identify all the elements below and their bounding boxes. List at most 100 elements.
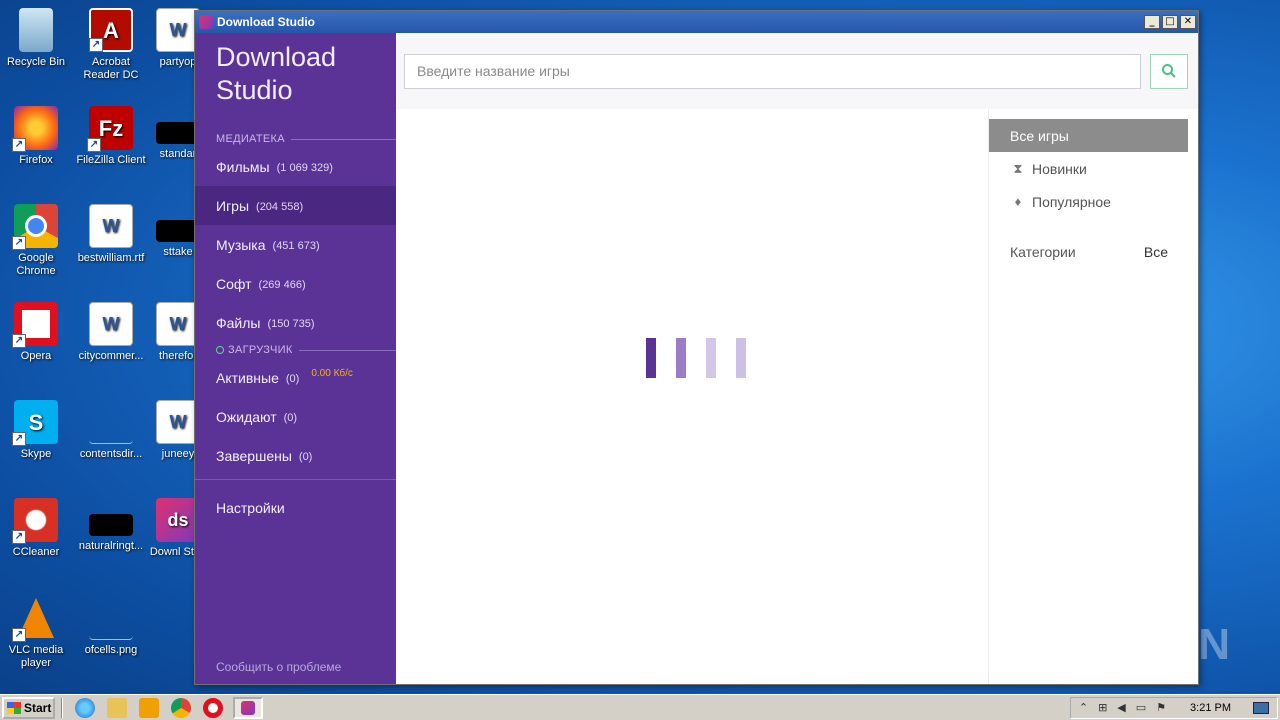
opera-icon[interactable] xyxy=(203,697,223,718)
shortcut-arrow-icon: ↗ xyxy=(87,138,101,152)
loading-bar xyxy=(706,338,716,378)
sidebar-item-label: Активные xyxy=(216,369,279,386)
desktop-icon-label: contentsdir... xyxy=(79,448,143,460)
download-speed: 0.00 Кб/с xyxy=(311,368,353,379)
sidebar: Download Studio МЕДИАТЕКА Фильмы (1 069 … xyxy=(195,33,396,684)
window-controls: _ □ ✕ xyxy=(1144,15,1198,29)
sidebar-item-music[interactable]: Музыка (451 673) xyxy=(195,225,396,264)
sidebar-item-waiting[interactable]: Ожидают (0) xyxy=(195,397,396,436)
file-icon xyxy=(89,514,133,536)
display-icon[interactable]: ▭ xyxy=(1136,701,1146,714)
shortcut-arrow-icon: ↗ xyxy=(12,530,26,544)
desktop-icon-naturalringt[interactable]: naturalringt... xyxy=(75,498,147,553)
search-icon xyxy=(1162,64,1176,78)
filter-all-games[interactable]: Все игры xyxy=(989,119,1188,152)
sidebar-item-active-downloads[interactable]: Активные (0) 0.00 Кб/с xyxy=(195,358,396,397)
sidebar-item-files[interactable]: Файлы (150 735) xyxy=(195,303,396,342)
sidebar-item-label: Софт xyxy=(216,275,252,292)
desktop-icon-acrobat[interactable]: A ↗ Acrobat Reader DC xyxy=(75,8,147,82)
desktop-icon-filezilla[interactable]: Fz ↗ FileZilla Client xyxy=(75,106,147,167)
loading-bar xyxy=(676,338,686,378)
loader-header-label: ЗАГРУЗЧИК xyxy=(228,344,293,356)
categories-value[interactable]: Все xyxy=(1144,244,1168,260)
brand-line-1: Download xyxy=(216,42,337,72)
window-titlebar[interactable]: Download Studio _ □ ✕ xyxy=(195,11,1198,33)
volume-icon[interactable]: ◀ xyxy=(1117,701,1125,714)
sidebar-item-count: (0) xyxy=(298,450,313,463)
sidebar-item-label: Фильмы xyxy=(216,158,270,175)
show-desktop-icon[interactable] xyxy=(1253,701,1269,714)
sidebar-item-settings[interactable]: Настройки xyxy=(195,488,396,527)
network-icon[interactable]: ⊞ xyxy=(1098,701,1107,714)
desktop-icon-ofcells[interactable]: ofcells.png xyxy=(75,596,147,657)
internet-explorer-icon[interactable] xyxy=(75,697,95,718)
firefox-icon: ↗ xyxy=(12,106,58,152)
categories-label: Категории xyxy=(1010,244,1076,260)
chrome-icon: ↗ xyxy=(12,204,58,250)
word-doc-icon: W xyxy=(89,204,133,248)
filter-label: Популярное xyxy=(1032,193,1111,210)
sidebar-item-count: (0) xyxy=(285,372,300,385)
desktop-icon-bestwilliam[interactable]: W bestwilliam.rtf xyxy=(75,204,147,265)
media-player-icon[interactable] xyxy=(139,697,159,718)
vlc-icon: ↗ xyxy=(12,596,58,642)
sidebar-item-label: Ожидают xyxy=(216,408,277,425)
download-studio-window: Download Studio _ □ ✕ Download Studio МЕ… xyxy=(194,10,1199,685)
desktop-icon-label: ofcells.png xyxy=(84,644,138,656)
loading-bar xyxy=(646,338,656,378)
sidebar-item-count: (451 673) xyxy=(272,239,320,252)
flame-icon: ♦ xyxy=(1014,194,1022,209)
filter-popular[interactable]: ♦ Популярное xyxy=(989,185,1188,218)
close-button[interactable]: ✕ xyxy=(1180,15,1196,29)
taskbar-download-studio-button[interactable] xyxy=(233,696,263,719)
clock[interactable]: 3:21 PM xyxy=(1190,702,1231,714)
desktop-icon-ccleaner[interactable]: ↗ CCleaner xyxy=(0,498,72,559)
file-icon xyxy=(89,414,133,444)
desktop-icon-label: CCleaner xyxy=(12,546,60,558)
desktop-icon-contentsdir[interactable]: contentsdir... xyxy=(75,400,147,461)
brand-title: Download Studio xyxy=(195,33,396,131)
desktop-icon-label: Firefox xyxy=(19,154,53,166)
folder-icon[interactable] xyxy=(107,697,127,718)
ccleaner-icon: ↗ xyxy=(12,498,58,544)
minimize-button[interactable]: _ xyxy=(1144,15,1160,29)
search-input[interactable] xyxy=(404,53,1141,89)
desktop-icon-opera[interactable]: ↗ Opera xyxy=(0,302,72,363)
taskbar: Start ⌃ ⊞ ◀ ▭ ⚑ 3:21 PM xyxy=(0,694,1280,720)
library-section-header: МЕДИАТЕКА xyxy=(195,131,396,147)
sidebar-item-games[interactable]: Игры (204 558) xyxy=(195,186,396,225)
start-button[interactable]: Start xyxy=(2,696,55,719)
desktop-icon-label: Opera xyxy=(20,350,52,362)
sidebar-item-label: Музыка xyxy=(216,236,266,253)
desktop-icon-chrome[interactable]: ↗ Google Chrome xyxy=(0,204,72,278)
desktop-icon-label: Recycle Bin xyxy=(6,56,66,68)
desktop-icon-skype[interactable]: S ↗ Skype xyxy=(0,400,72,461)
desktop-icon-citycommer[interactable]: W citycommer... xyxy=(75,302,147,363)
categories-row[interactable]: Категории Все xyxy=(989,244,1188,260)
desktop-icon-recycle-bin[interactable]: Recycle Bin xyxy=(0,8,72,69)
filter-new[interactable]: ⧗ Новинки xyxy=(989,152,1188,185)
system-tray: ⌃ ⊞ ◀ ▭ ⚑ 3:21 PM xyxy=(1069,696,1278,719)
tray-expand-icon[interactable]: ⌃ xyxy=(1079,701,1088,714)
chrome-icon[interactable] xyxy=(171,697,191,718)
file-icon xyxy=(89,610,133,640)
flag-icon[interactable]: ⚑ xyxy=(1156,701,1166,714)
desktop-icon-label: Skype xyxy=(20,448,52,460)
shortcut-arrow-icon: ↗ xyxy=(12,628,26,642)
sidebar-item-count: (150 735) xyxy=(267,317,315,330)
desktop-icon-firefox[interactable]: ↗ Firefox xyxy=(0,106,72,167)
status-dot-icon xyxy=(216,346,224,354)
sidebar-item-completed[interactable]: Завершены (0) xyxy=(195,436,396,475)
sidebar-item-label: Файлы xyxy=(216,314,261,331)
shortcut-arrow-icon: ↗ xyxy=(12,138,26,152)
sidebar-item-movies[interactable]: Фильмы (1 069 329) xyxy=(195,147,396,186)
word-doc-icon: W xyxy=(89,302,133,346)
maximize-button[interactable]: □ xyxy=(1162,15,1178,29)
sidebar-item-count: (1 069 329) xyxy=(276,161,333,174)
sidebar-item-count: (0) xyxy=(283,411,298,424)
report-problem-link[interactable]: Сообщить о проблеме xyxy=(216,660,341,674)
desktop-icon-vlc[interactable]: ↗ VLC media player xyxy=(0,596,72,670)
search-button[interactable] xyxy=(1150,53,1188,89)
window-title: Download Studio xyxy=(217,15,315,29)
sidebar-item-software[interactable]: Софт (269 466) xyxy=(195,264,396,303)
